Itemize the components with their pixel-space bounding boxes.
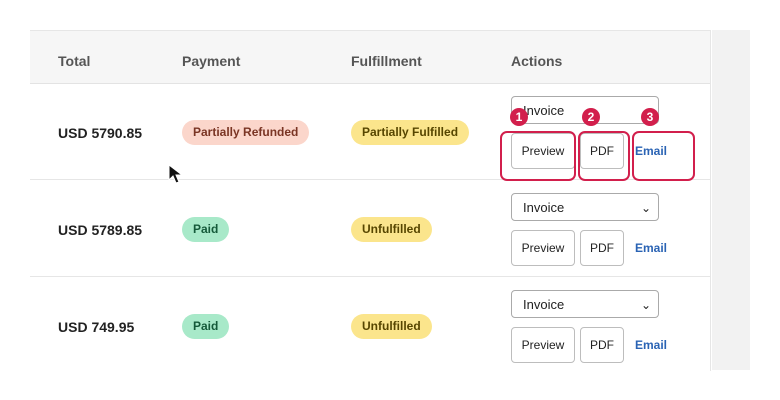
email-link[interactable]: Email bbox=[635, 241, 667, 255]
annotation-badge-3: 3 bbox=[641, 108, 659, 126]
fulfillment-status-badge: Unfulfilled bbox=[351, 314, 432, 339]
fulfillment-status-badge: Unfulfilled bbox=[351, 217, 432, 242]
highlight-box-email bbox=[632, 131, 695, 181]
annotation-badge-2: 2 bbox=[582, 108, 600, 126]
side-gutter bbox=[712, 30, 750, 370]
payment-status-badge: Paid bbox=[182, 314, 230, 339]
table-row: USD 5789.85 Paid Unfulfilled Invoice ⌄ P… bbox=[30, 180, 710, 277]
pdf-button[interactable]: PDF bbox=[580, 327, 624, 363]
chevron-down-icon: ⌄ bbox=[640, 298, 651, 312]
document-type-value: Invoice bbox=[523, 200, 565, 215]
document-type-select[interactable]: Invoice ⌄ bbox=[511, 290, 659, 318]
payment-status-badge: Paid bbox=[182, 217, 230, 242]
fulfillment-status-badge: Partially Fulfilled bbox=[351, 120, 470, 145]
annotation-badge-1: 1 bbox=[510, 108, 528, 126]
email-link[interactable]: Email bbox=[635, 338, 667, 352]
highlight-box-preview bbox=[500, 131, 576, 181]
payment-status-badge: Partially Refunded bbox=[182, 120, 310, 145]
table-header: Total Payment Fulfillment Actions bbox=[30, 31, 710, 84]
column-header-actions: Actions bbox=[511, 53, 563, 69]
orders-table: Total Payment Fulfillment Actions USD 57… bbox=[30, 30, 711, 371]
column-header-total[interactable]: Total bbox=[58, 53, 90, 69]
pdf-button[interactable]: PDF bbox=[580, 230, 624, 266]
preview-button[interactable]: Preview bbox=[511, 327, 575, 363]
order-total: USD 5789.85 bbox=[58, 222, 143, 238]
table-row: USD 749.95 Paid Unfulfilled Invoice ⌄ Pr… bbox=[30, 277, 710, 373]
arrow-cursor-icon bbox=[168, 163, 188, 191]
document-type-value: Invoice bbox=[523, 297, 565, 312]
document-type-value: Invoice bbox=[523, 103, 565, 118]
order-total: USD 749.95 bbox=[58, 319, 135, 335]
document-type-select[interactable]: Invoice ⌄ bbox=[511, 193, 659, 221]
highlight-box-pdf bbox=[578, 131, 630, 181]
column-header-payment[interactable]: Payment bbox=[182, 53, 240, 69]
column-header-fulfillment[interactable]: Fulfillment bbox=[351, 53, 422, 69]
preview-button[interactable]: Preview bbox=[511, 230, 575, 266]
order-total: USD 5790.85 bbox=[58, 125, 143, 141]
chevron-down-icon: ⌄ bbox=[640, 201, 651, 215]
